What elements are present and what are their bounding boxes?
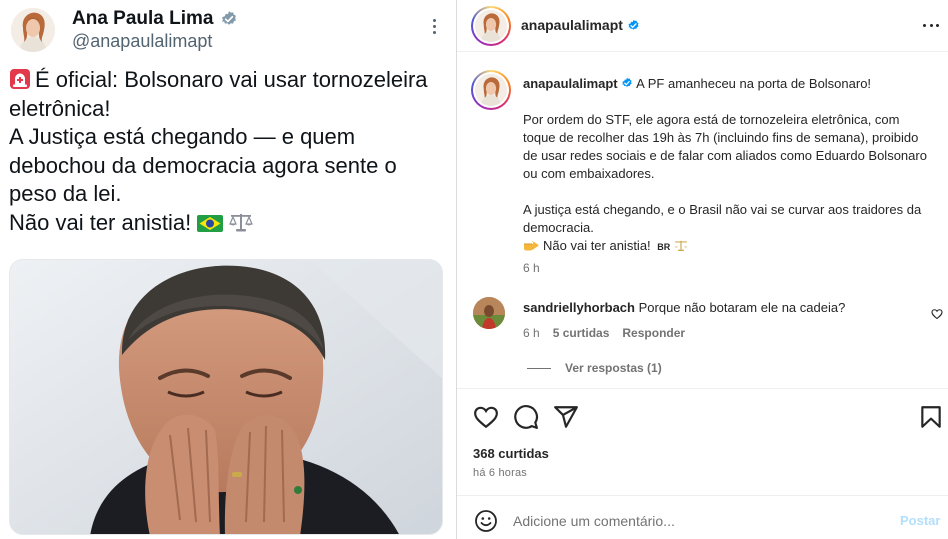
brazil-flag-icon: BR bbox=[657, 242, 671, 252]
photo-man-covering-mouth bbox=[10, 260, 442, 534]
tweet-card: Ana Paula Lima @anapaulalimapt É oficial… bbox=[0, 0, 456, 539]
verified-badge-icon bbox=[622, 77, 632, 87]
caption-time[interactable]: 6 h bbox=[523, 261, 540, 275]
caption-paragraph-2: A justiça está chegando, e o Brasil não … bbox=[523, 202, 922, 235]
heart-icon[interactable] bbox=[473, 404, 499, 430]
tweet-text: É oficial: Bolsonaro vai usar tornozelei… bbox=[9, 66, 449, 237]
tweet-author-avatar[interactable] bbox=[11, 8, 55, 52]
caption-first-line: A PF amanheceu na porta de Bolsonaro! bbox=[636, 76, 872, 91]
post-header: anapaulalimapt bbox=[457, 0, 948, 52]
tweet-line-6-text: Não vai ter anistia! bbox=[9, 209, 192, 235]
post-caption: anapaulalimapt A PF amanheceu na porta d… bbox=[523, 75, 935, 256]
scales-icon bbox=[674, 240, 688, 252]
caption-paragraph-1: Por ordem do STF, ele agora está de torn… bbox=[523, 112, 927, 181]
caption-last-line: Não vai ter anistia! bbox=[543, 238, 651, 253]
siren-icon bbox=[10, 69, 30, 89]
bookmark-icon[interactable] bbox=[918, 404, 944, 430]
comment-meta: 6 h 5 curtidas Responder bbox=[523, 326, 685, 340]
tweet-line-1-text: É oficial: Bolsonaro vai usar tornozelei… bbox=[35, 67, 428, 92]
tweet-line-5: peso da lei. bbox=[9, 181, 122, 206]
tweet-author-handle[interactable]: @anapaulalimapt bbox=[72, 31, 212, 52]
posted-ago[interactable]: há 6 horas bbox=[473, 467, 527, 479]
instagram-post-panel: anapaulalimapt anapaulalimapt A PF amanh… bbox=[457, 0, 948, 539]
comment-reply-button[interactable]: Responder bbox=[622, 326, 685, 340]
comment-time[interactable]: 6 h bbox=[523, 326, 540, 340]
replies-dash bbox=[527, 367, 551, 369]
comment-heart-icon[interactable] bbox=[931, 308, 943, 320]
caption-avatar[interactable] bbox=[471, 70, 511, 110]
commenter-avatar[interactable] bbox=[473, 297, 505, 329]
comment-body: Porque não botaram ele na cadeia? bbox=[638, 300, 846, 315]
author-name-text[interactable]: Ana Paula Lima bbox=[72, 8, 214, 30]
view-replies-label[interactable]: Ver respostas (1) bbox=[565, 361, 662, 375]
pointing-hand-icon bbox=[524, 240, 539, 251]
verified-badge-icon bbox=[221, 11, 236, 25]
share-icon[interactable] bbox=[553, 404, 579, 430]
comment-username[interactable]: sandriellyhorbach bbox=[523, 300, 635, 315]
view-replies-button[interactable]: Ver respostas (1) bbox=[527, 361, 662, 375]
header-username[interactable]: anapaulalimapt bbox=[521, 17, 640, 33]
tweet-line-4: debochou da democracia agora sente o bbox=[9, 152, 397, 178]
comment-icon[interactable] bbox=[513, 404, 539, 430]
tweet-author-name[interactable]: Ana Paula Lima bbox=[72, 8, 238, 30]
tweet-line-6: Não vai ter anistia! bbox=[9, 209, 449, 238]
emoji-icon[interactable] bbox=[474, 509, 498, 533]
more-options-icon[interactable] bbox=[424, 15, 444, 37]
brazil-flag-icon bbox=[197, 214, 224, 232]
avatar-portrait bbox=[11, 8, 55, 52]
header-avatar[interactable] bbox=[471, 6, 511, 46]
tweet-photo[interactable] bbox=[9, 259, 443, 535]
caption-username[interactable]: anapaulalimapt bbox=[523, 76, 618, 91]
comment-likes[interactable]: 5 curtidas bbox=[553, 326, 610, 340]
comment-box-divider bbox=[457, 495, 948, 496]
more-options-icon[interactable] bbox=[923, 17, 939, 33]
avatar-portrait bbox=[475, 74, 507, 106]
tweet-line-2: eletrônica! bbox=[9, 95, 111, 121]
actions-divider bbox=[457, 388, 948, 389]
comment-text: sandriellyhorbach Porque não botaram ele… bbox=[523, 300, 923, 315]
avatar-portrait bbox=[475, 10, 507, 42]
tweet-line-1: É oficial: Bolsonaro vai usar tornozelei… bbox=[9, 66, 449, 95]
post-comment-button[interactable]: Postar bbox=[900, 513, 940, 528]
comment-input[interactable] bbox=[513, 511, 873, 531]
verified-badge-icon bbox=[628, 19, 639, 30]
scales-icon bbox=[229, 213, 254, 231]
likes-count[interactable]: 368 curtidas bbox=[473, 446, 549, 461]
header-username-text[interactable]: anapaulalimapt bbox=[521, 17, 623, 33]
avatar-portrait bbox=[473, 297, 505, 329]
tweet-line-3: A Justiça está chegando — e quem bbox=[9, 124, 356, 149]
